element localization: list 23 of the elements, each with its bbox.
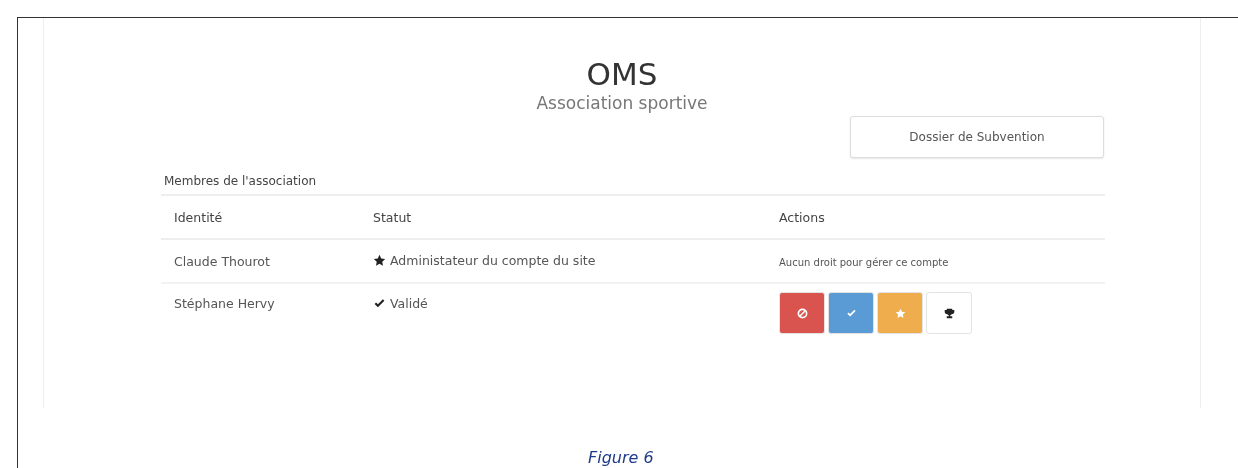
section-title: Membres de l'association (164, 173, 318, 190)
ban-icon (796, 307, 808, 319)
status-text: Validé (390, 296, 428, 311)
subsidy-button[interactable]: Dossier de Subvention (850, 116, 1104, 158)
ban-button[interactable] (779, 292, 825, 334)
figure-caption: Figure 6 (588, 448, 654, 467)
star-icon (373, 253, 386, 267)
table-cell: Claude Thourot (161, 239, 360, 283)
no-rights-note: Aucun droit pour gérer ce compte (779, 256, 949, 268)
trophy-button[interactable] (926, 292, 972, 334)
page-title: OMS (586, 56, 658, 92)
star-icon (894, 307, 906, 319)
status-text: Administateur du compte du site (390, 252, 596, 268)
star-button[interactable] (877, 292, 923, 334)
check-icon (373, 297, 386, 310)
trophy-icon (943, 307, 955, 319)
column-header: Identité (161, 195, 360, 239)
column-header: Statut (360, 195, 766, 239)
table-cell: Stéphane Hervy (161, 283, 360, 350)
check-button[interactable] (828, 292, 874, 334)
page-subtitle: Association sportive (536, 92, 708, 114)
column-header: Actions (766, 195, 1105, 239)
check-icon (845, 307, 857, 319)
